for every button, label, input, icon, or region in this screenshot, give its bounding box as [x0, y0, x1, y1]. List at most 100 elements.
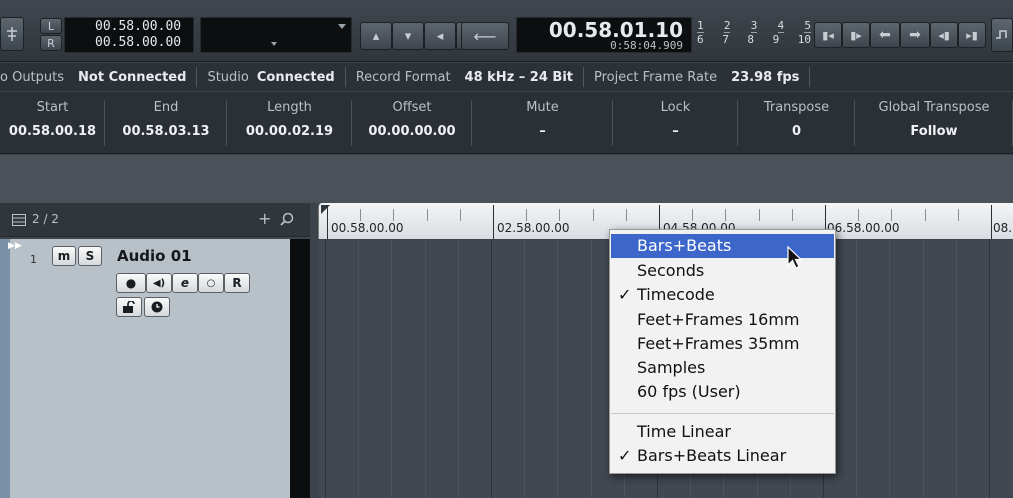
- forward-arrow-icon[interactable]: ➡: [900, 22, 930, 48]
- menu-item-label: 60 fps (User): [637, 382, 741, 401]
- marker-number[interactable]: 10: [798, 33, 811, 47]
- info-header: Lock: [660, 100, 691, 115]
- divider: [196, 67, 198, 87]
- cycle-icon[interactable]: [991, 18, 1013, 52]
- record-format-value[interactable]: 48 kHz – 24 Bit: [465, 70, 573, 85]
- grid-line: [424, 240, 426, 498]
- info-offset[interactable]: Offset 00.00.00.00: [352, 92, 472, 154]
- nudge-left-button[interactable]: ◂: [424, 22, 456, 50]
- next-marker-button[interactable]: ▸▮: [958, 22, 986, 48]
- monitor-button[interactable]: ◀): [146, 273, 172, 293]
- read-button[interactable]: R: [224, 273, 250, 293]
- grid-line: [922, 240, 924, 498]
- track-divider[interactable]: [290, 239, 310, 498]
- add-track-button[interactable]: +: [258, 209, 271, 228]
- marker-number[interactable]: 7: [722, 33, 729, 47]
- info-global-transpose[interactable]: Global Transpose Follow: [855, 92, 1013, 154]
- divider: [809, 67, 811, 87]
- grid-line: [491, 240, 492, 498]
- track-list: 2 / 2 + 1 m S Audio 01 ● ◀) e ○ R ▶▶: [0, 203, 310, 498]
- frame-rate-value[interactable]: 23.98 fps: [731, 70, 799, 85]
- left-locator-value: 00.58.00.00: [95, 19, 182, 34]
- grid-line: [989, 240, 990, 498]
- menu-item-60fps-user[interactable]: 60 fps (User): [611, 380, 834, 404]
- track-list-icon[interactable]: [12, 214, 26, 226]
- marker-number[interactable]: 5: [804, 19, 811, 33]
- chevron-down-icon: [338, 24, 346, 29]
- left-locator-button[interactable]: L: [40, 18, 62, 34]
- prev-marker-button[interactable]: ◂▮: [930, 22, 958, 48]
- secondary-time: 0:58:04.909: [610, 39, 683, 52]
- record-enable-button[interactable]: ●: [116, 273, 146, 293]
- right-locator-value: 00.58.00.00: [95, 35, 182, 50]
- ruler-tick: [692, 209, 694, 221]
- marker-number[interactable]: 2: [723, 19, 731, 33]
- ruler-tick: [924, 209, 926, 221]
- rewind-to-start-button[interactable]: ▮◂: [814, 22, 842, 48]
- edit-button[interactable]: e: [172, 273, 198, 293]
- read-label: R: [232, 276, 242, 290]
- status-bar: o Outputs Not Connected Studio Connected…: [0, 63, 1013, 91]
- studio-value: Connected: [256, 69, 335, 85]
- info-header: Length: [267, 100, 312, 115]
- outputs-value: Not Connected: [78, 69, 187, 85]
- menu-item-samples[interactable]: Samples: [611, 356, 834, 380]
- solo-label: S: [85, 249, 95, 263]
- locator-display[interactable]: 00.58.00.00 00.58.00.00: [64, 17, 194, 53]
- grid-line: [889, 240, 891, 498]
- info-header: Global Transpose: [878, 100, 990, 115]
- menu-item-label: Seconds: [637, 261, 705, 280]
- right-locator-button[interactable]: R: [40, 35, 62, 51]
- info-end[interactable]: End 00.58.03.13: [105, 92, 227, 154]
- marker-selector[interactable]: [200, 17, 352, 53]
- info-length[interactable]: Length 00.00.02.19: [227, 92, 352, 154]
- lock-icon[interactable]: [116, 297, 142, 317]
- info-value: 00.00.00.00: [368, 124, 456, 139]
- track-color-strip: [0, 239, 10, 498]
- nudge-down-button[interactable]: ▾: [392, 22, 424, 50]
- checkmark-icon: ✓: [618, 285, 632, 304]
- info-start[interactable]: Start 00.58.00.18: [0, 92, 105, 154]
- menu-item-label: Time Linear: [637, 422, 731, 441]
- marker-number[interactable]: 6: [697, 33, 704, 47]
- menu-divider: [611, 413, 834, 414]
- info-transpose[interactable]: Transpose 0: [738, 92, 855, 154]
- marker-numbers: 1 2 3 4 5 6 7 8 9 10: [697, 19, 811, 53]
- marker-number[interactable]: 8: [747, 33, 754, 47]
- solo-button[interactable]: S: [78, 246, 102, 266]
- track-name[interactable]: Audio 01: [117, 247, 192, 265]
- menu-item-feet-frames-16mm[interactable]: Feet+Frames 16mm: [611, 308, 834, 332]
- grid-line: [955, 240, 957, 498]
- ruler-tick: [393, 209, 395, 221]
- outputs-label: o Outputs: [0, 69, 65, 85]
- record-format-label: Record Format: [355, 69, 451, 85]
- rewind-button[interactable]: ▮▸: [842, 22, 870, 48]
- marker-number[interactable]: 1: [697, 19, 704, 33]
- checkmark-icon: ✓: [618, 446, 632, 465]
- marker-number[interactable]: 3: [750, 19, 758, 33]
- expand-arrow-icon[interactable]: ▶▶: [8, 241, 22, 251]
- search-icon[interactable]: [280, 212, 294, 226]
- grid-line: [457, 240, 459, 498]
- track-count: 2 / 2: [32, 212, 59, 226]
- menu-item-bars-beats-linear[interactable]: ✓ Bars+Beats Linear: [611, 444, 834, 468]
- marker-number[interactable]: 9: [773, 33, 780, 47]
- time-display[interactable]: 00.58.01.10 0:58:04.909: [516, 17, 692, 53]
- freeze-button[interactable]: ○: [198, 273, 224, 293]
- info-mute[interactable]: Mute –: [472, 92, 613, 154]
- divider: [344, 67, 346, 87]
- menu-item-time-linear[interactable]: Time Linear: [611, 420, 834, 444]
- menu-item-label: Samples: [637, 358, 706, 377]
- marker-number[interactable]: 4: [777, 19, 785, 33]
- punch-icon[interactable]: [0, 17, 24, 51]
- menu-item-timecode[interactable]: ✓ Timecode: [611, 283, 834, 307]
- nudge-up-button[interactable]: ▴: [360, 22, 392, 50]
- mute-button[interactable]: m: [52, 246, 76, 266]
- track-row[interactable]: 1 m S Audio 01 ● ◀) e ○ R: [0, 239, 292, 498]
- return-icon[interactable]: ⟵: [461, 22, 509, 50]
- ruler-tick: [526, 209, 528, 221]
- clock-icon[interactable]: [144, 297, 170, 317]
- back-arrow-icon[interactable]: ⬅: [870, 22, 900, 48]
- info-lock[interactable]: Lock –: [613, 92, 738, 154]
- menu-item-feet-frames-35mm[interactable]: Feet+Frames 35mm: [611, 332, 834, 356]
